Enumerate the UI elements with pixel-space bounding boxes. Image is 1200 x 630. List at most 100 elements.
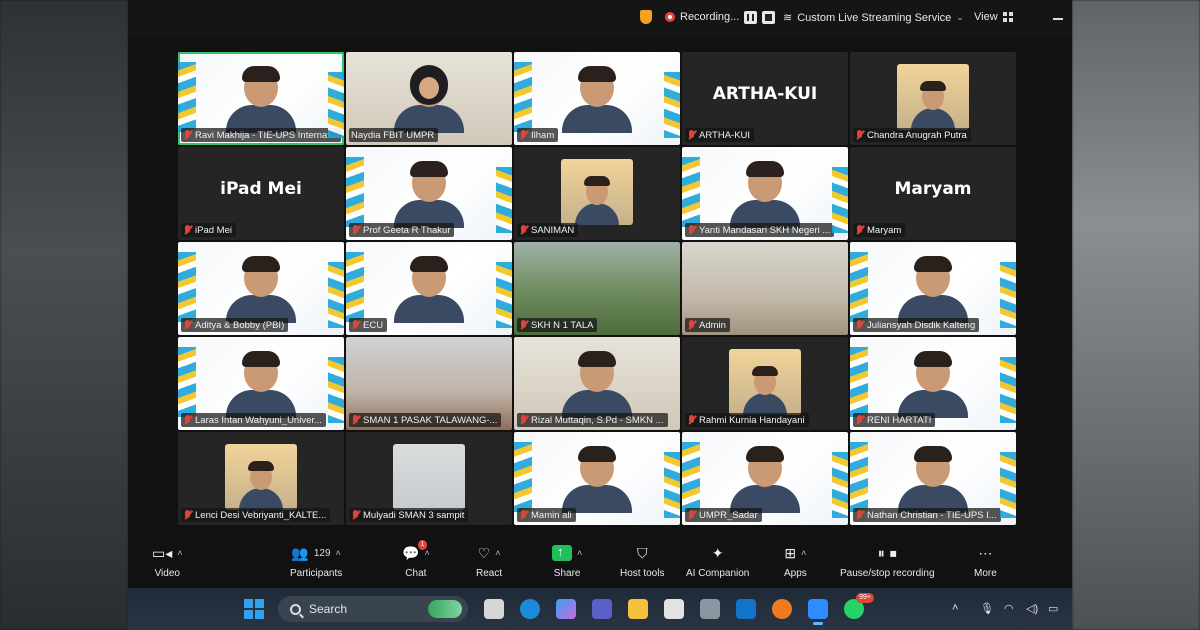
participant-tile[interactable]: Juliansyah Disdik Kalteng <box>850 242 1016 335</box>
battery-icon[interactable]: ▭ <box>1048 602 1058 615</box>
stop-recording-icon[interactable] <box>762 10 776 24</box>
participant-tile[interactable]: Ilham <box>514 52 680 145</box>
participant-tile[interactable]: Mamin ali <box>514 432 680 525</box>
participant-name: Aditya & Bobby (PBI) <box>195 319 285 331</box>
recording-label: Recording... <box>680 11 740 23</box>
participant-tile[interactable]: Rahmi Kurnia Handayani <box>682 337 848 430</box>
participant-tile[interactable]: ARTHA-KUI ARTHA-KUI <box>682 52 848 145</box>
participant-tile[interactable]: Nathan Christian - TIE-UPS I... <box>850 432 1016 525</box>
host-tools-button[interactable]: ⛉ Host tools <box>620 544 664 580</box>
participant-figure <box>226 351 296 418</box>
pause-recording-icon[interactable] <box>744 10 758 24</box>
zoom-app-icon[interactable] <box>808 599 828 625</box>
firefox-icon[interactable] <box>772 599 792 619</box>
pause-icon: ⏸ <box>877 544 885 561</box>
task-view-icon[interactable] <box>484 599 504 619</box>
participant-tile[interactable]: Rizal Muttaqin, S.Pd - SMKN ... <box>514 337 680 430</box>
video-label: Video <box>154 568 180 579</box>
participant-tile[interactable]: ECU <box>346 242 512 335</box>
participant-tile[interactable]: Prof Geeta R Thakur <box>346 147 512 240</box>
chat-bubble-icon: 💬 1 <box>402 539 428 562</box>
participant-tile[interactable]: Admin <box>682 242 848 335</box>
participant-figure <box>394 161 464 228</box>
participants-button[interactable]: 👥 129 ˄ Participants <box>290 544 343 580</box>
mic-muted-icon <box>351 415 360 425</box>
participant-figure <box>394 256 464 323</box>
participant-name-label: SANIMAN <box>517 223 579 237</box>
participant-name: Rizal Muttaqin, S.Pd - SMKN ... <box>531 414 664 426</box>
participant-name: ARTHA-KUI <box>699 129 751 141</box>
participant-tile[interactable]: Maryam Maryam <box>850 147 1016 240</box>
participant-tile[interactable]: Laras Intan Wahyuni_Univer... <box>178 337 344 430</box>
react-button[interactable]: ♡ ˄ React <box>476 544 502 580</box>
chevron-up-icon[interactable]: ˄ <box>801 548 806 558</box>
participant-name-label: Mamin ali <box>517 508 576 522</box>
chevron-up-icon[interactable]: ˄ <box>495 548 500 558</box>
participant-name-label: Maryam <box>853 223 906 237</box>
participant-tile[interactable]: Chandra Anugrah Putra <box>850 52 1016 145</box>
windows-start-icon[interactable] <box>244 599 264 619</box>
outlook-icon[interactable] <box>736 599 756 619</box>
participant-tile[interactable]: SMAN 1 PASAK TALAWANG-... <box>346 337 512 430</box>
share-button[interactable]: ˄ Share <box>552 544 582 579</box>
minimize-icon[interactable] <box>1053 18 1063 20</box>
pause-stop-recording-button[interactable]: ⏸ ⏹ Pause/stop recording <box>840 544 935 580</box>
share-screen-icon <box>552 544 572 561</box>
wifi-icon[interactable]: ◠ <box>1004 602 1014 615</box>
teams-icon[interactable] <box>592 599 612 619</box>
file-explorer-icon[interactable] <box>628 599 648 619</box>
recording-control-label: Pause/stop recording <box>840 568 935 579</box>
chevron-up-icon[interactable]: ˄ <box>336 548 341 558</box>
participant-name: Maryam <box>867 224 902 236</box>
participant-tile[interactable]: iPad Mei iPad Mei <box>178 147 344 240</box>
copilot-icon[interactable] <box>556 599 576 619</box>
chevron-up-icon[interactable]: ˄ <box>424 548 429 558</box>
participant-name: Ravi Makhija - TIE-UPS Internat... <box>195 129 338 141</box>
participant-tile[interactable]: Lenci Desi Vebriyanti_KALTE... <box>178 432 344 525</box>
mic-muted-icon <box>183 225 192 235</box>
store-icon[interactable] <box>664 599 684 619</box>
participant-tile[interactable]: Naydia FBIT UMPR <box>346 52 512 145</box>
participant-name: Lenci Desi Vebriyanti_KALTE... <box>195 509 327 521</box>
whatsapp-icon[interactable]: 99+ <box>844 593 874 619</box>
microphone-icon[interactable]: 🎙 <box>980 602 994 615</box>
participant-figure <box>743 366 787 415</box>
participant-figure <box>730 161 800 228</box>
participant-video-thumbnail <box>561 159 633 225</box>
participant-tile[interactable]: Aditya & Bobby (PBI) <box>178 242 344 335</box>
participant-name-label: UMPR_Sadar <box>685 508 762 522</box>
live-streaming-menu[interactable]: ≋ Custom Live Streaming Service ⌄ <box>783 11 964 25</box>
participant-name: Rahmi Kurnia Handayani <box>699 414 805 426</box>
chevron-up-icon[interactable]: ˄ <box>952 602 958 614</box>
chevron-up-icon[interactable]: ˄ <box>577 548 582 558</box>
participant-name: Chandra Anugrah Putra <box>867 129 967 141</box>
apps-button[interactable]: ⊞ ˄ Apps <box>784 544 807 580</box>
participant-name-label: Ravi Makhija - TIE-UPS Internat... <box>181 128 341 142</box>
volume-icon[interactable]: ◁) <box>1026 602 1038 615</box>
participant-tile[interactable]: Yanti Mandasari SKH Negeri ... <box>682 147 848 240</box>
chevron-up-icon[interactable]: ˄ <box>177 548 182 558</box>
security-shield-icon[interactable] <box>640 10 652 24</box>
taskbar-search-box[interactable]: Search <box>278 596 468 622</box>
participants-label: Participants <box>290 568 343 579</box>
view-button[interactable]: View <box>974 11 1013 23</box>
participant-tile[interactable]: Mulyadi SMAN 3 sampit <box>346 432 512 525</box>
participant-tile[interactable]: UMPR_Sadar <box>682 432 848 525</box>
mic-muted-icon <box>687 225 696 235</box>
camera-app-icon[interactable] <box>700 599 720 619</box>
participant-figure <box>575 176 619 225</box>
participant-tile[interactable]: RENI HARTATI <box>850 337 1016 430</box>
participant-tile[interactable]: SKH N 1 TALA <box>514 242 680 335</box>
ai-companion-button[interactable]: ✦ AI Companion <box>686 544 749 580</box>
mic-muted-icon <box>855 320 864 330</box>
edge-browser-icon[interactable] <box>520 599 540 619</box>
video-button[interactable]: ▭◂ ˄ Video <box>152 544 183 580</box>
participant-tile[interactable]: Ravi Makhija - TIE-UPS Internat... <box>178 52 344 145</box>
more-button[interactable]: ⋯ More <box>974 544 997 580</box>
participant-name: ECU <box>363 319 384 331</box>
mic-muted-icon <box>855 225 864 235</box>
participant-tile[interactable]: SANIMAN <box>514 147 680 240</box>
chat-button[interactable]: 💬 1 ˄ Chat <box>402 539 430 579</box>
share-label: Share <box>553 568 581 579</box>
mic-muted-icon <box>519 130 528 140</box>
